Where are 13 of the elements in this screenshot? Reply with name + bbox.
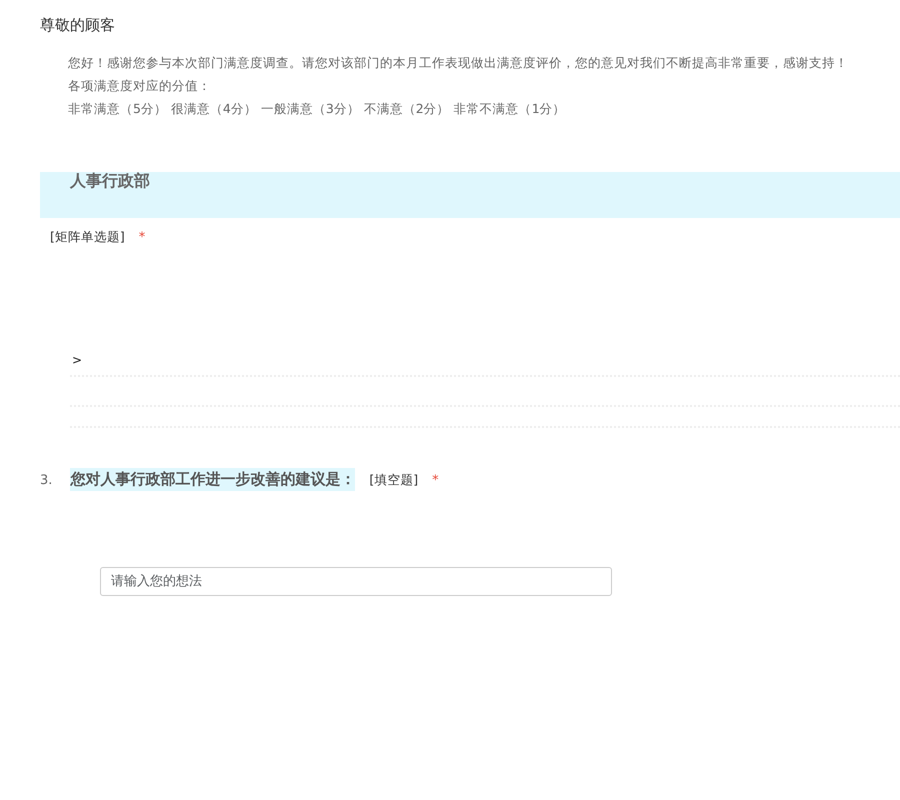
section-title: 人事行政部 — [70, 172, 151, 190]
intro-text: 各项满意度对应的分值： — [68, 76, 212, 94]
question-title: 您对人事行政部工作进一步改善的建议是： — [70, 468, 356, 490]
marker-text: > — [72, 352, 84, 369]
greeting-heading: 尊敬的顾客 — [40, 15, 116, 36]
question-type: [填空题] — [369, 471, 418, 489]
required-mark: * — [432, 472, 439, 490]
question-type: [矩阵单选题] — [50, 228, 125, 246]
answer-field[interactable]: 请输入您的想法 — [100, 566, 612, 596]
intro-text: 非常满意（5分） 很满意（4分） 一般满意（3分） 不满意（2分） 非常不满意（1分） — [68, 100, 567, 118]
intro-text: 您好！感谢您参与本次部门满意度调查。请您对该部门的本月工作表现做出满意度评价，您的意见对我们不断提高非常重要，感谢支持！ — [68, 54, 849, 72]
required-mark: * — [138, 228, 146, 246]
question-number: 3. — [40, 472, 52, 490]
